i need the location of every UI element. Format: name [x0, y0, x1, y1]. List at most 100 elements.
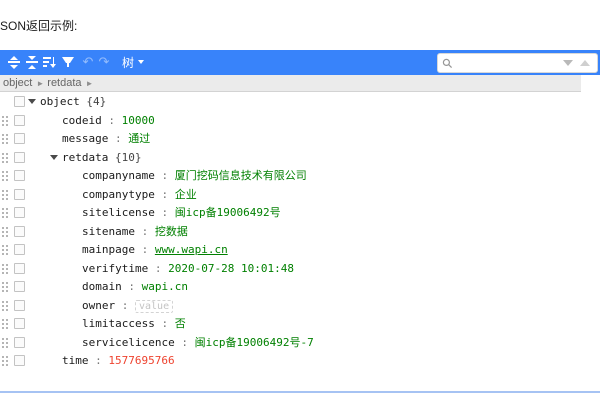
node-key[interactable]: time	[62, 354, 89, 367]
collapse-all-button[interactable]	[22, 52, 42, 72]
node-key[interactable]: companytype	[82, 188, 155, 201]
node-key[interactable]: codeid	[62, 114, 102, 127]
node-menu-button[interactable]	[14, 189, 25, 200]
chevron-down-icon	[138, 60, 144, 64]
node-content: mainpage : www.wapi.cn	[82, 241, 228, 258]
search-box	[437, 53, 598, 73]
node-menu-button[interactable]	[14, 337, 25, 348]
drag-handle-icon[interactable]	[2, 245, 4, 247]
node-menu-button[interactable]	[14, 355, 25, 366]
node-value[interactable]: 企业	[175, 188, 197, 201]
node-value[interactable]: 通过	[128, 132, 150, 145]
drag-handle-icon[interactable]	[2, 190, 4, 192]
node-menu-button[interactable]	[14, 244, 25, 255]
search-next-icon[interactable]	[563, 60, 573, 66]
node-key[interactable]: sitename	[82, 225, 135, 238]
node-key[interactable]: message	[62, 132, 108, 145]
node-content: owner : value	[82, 297, 173, 315]
node-key[interactable]: mainpage	[82, 243, 135, 256]
node-menu-button[interactable]	[14, 152, 25, 163]
node-menu-button[interactable]	[14, 115, 25, 126]
drag-handle-icon[interactable]	[2, 208, 4, 210]
expand-all-icon	[8, 56, 20, 69]
drag-handle-icon[interactable]	[2, 134, 4, 136]
key-value-separator: :	[135, 243, 155, 256]
node-value[interactable]: 1577695766	[108, 354, 174, 367]
node-menu-button[interactable]	[14, 207, 25, 218]
node-menu-button[interactable]	[14, 300, 25, 311]
sort-button[interactable]	[40, 52, 60, 72]
node-key[interactable]: owner	[82, 299, 115, 312]
node-menu-button[interactable]	[14, 96, 25, 107]
drag-handle-icon[interactable]	[2, 301, 4, 303]
drag-handle-icon[interactable]	[2, 227, 4, 229]
node-key[interactable]: sitelicense	[82, 206, 155, 219]
search-input[interactable]	[453, 56, 563, 70]
key-value-separator: :	[122, 280, 142, 293]
drag-handle-icon[interactable]	[2, 282, 4, 284]
redo-button[interactable]: ↷	[94, 52, 114, 72]
drag-handle-icon[interactable]	[2, 338, 4, 340]
node-value[interactable]: www.wapi.cn	[155, 243, 228, 256]
tree-row-codeid: codeid : 10000	[0, 112, 600, 129]
node-menu-button[interactable]	[14, 318, 25, 329]
tree-row-companyname: companyname : 厦门挖码信息技术有限公司	[0, 167, 600, 184]
node-content: sitename : 挖数据	[82, 223, 188, 240]
node-key[interactable]: verifytime	[82, 262, 148, 275]
drag-handle-icon[interactable]	[2, 356, 4, 358]
tree-row-domain: domain : wapi.cn	[0, 278, 600, 295]
tree-row-time: time : 1577695766	[0, 352, 600, 369]
drag-handle-icon[interactable]	[2, 171, 4, 173]
collapse-triangle-icon[interactable]	[28, 99, 36, 104]
tree-row-sitelicense: sitelicense : 闽icp备19006492号	[0, 204, 600, 221]
breadcrumb-item-retdata[interactable]: retdata	[47, 77, 81, 89]
json-editor-page: SON返回示例: ↶ ↷ 树	[0, 0, 600, 400]
drag-handle-icon[interactable]	[2, 153, 4, 155]
search-icon	[442, 58, 453, 69]
node-content: verifytime : 2020-07-28 10:01:48	[82, 260, 294, 277]
node-menu-button[interactable]	[14, 170, 25, 181]
breadcrumb-item-object[interactable]: object	[3, 77, 32, 89]
node-menu-button[interactable]	[14, 133, 25, 144]
node-key[interactable]: servicelicence	[82, 336, 175, 349]
node-value[interactable]: 挖数据	[155, 225, 188, 238]
drag-handle-icon[interactable]	[2, 116, 4, 118]
search-previous-icon[interactable]	[580, 60, 590, 66]
expand-all-button[interactable]	[4, 52, 24, 72]
key-value-separator: :	[155, 188, 175, 201]
node-child-count: {10}	[108, 151, 141, 164]
node-menu-button[interactable]	[14, 263, 25, 274]
node-value[interactable]: 厦门挖码信息技术有限公司	[175, 169, 307, 182]
drag-handle-icon[interactable]	[2, 264, 4, 266]
collapse-triangle-icon[interactable]	[50, 155, 58, 160]
node-value[interactable]: 2020-07-28 10:01:48	[168, 262, 294, 275]
tree-row-sitename: sitename : 挖数据	[0, 223, 600, 240]
node-value[interactable]: 闽icp备19006492号	[175, 206, 281, 219]
node-value[interactable]: 闽icp备19006492号-7	[195, 336, 314, 349]
drag-handle-icon[interactable]	[2, 319, 4, 321]
node-content: message : 通过	[62, 130, 150, 147]
tree-row-message: message : 通过	[0, 130, 600, 147]
filter-button[interactable]	[58, 52, 78, 72]
undo-icon: ↶	[83, 56, 94, 69]
tree-row-owner: owner : value	[0, 297, 600, 314]
node-value[interactable]: 10000	[122, 114, 155, 127]
redo-icon: ↷	[99, 56, 110, 69]
sort-icon	[43, 56, 57, 68]
node-key[interactable]: limitaccess	[82, 317, 155, 330]
editor-bottom-border	[0, 391, 600, 393]
editor-toolbar: ↶ ↷ 树	[0, 50, 600, 75]
node-menu-button[interactable]	[14, 226, 25, 237]
json-tree: object {4}codeid : 10000message : 通过retd…	[0, 92, 600, 391]
node-key[interactable]: companyname	[82, 169, 155, 182]
node-value[interactable]: 否	[175, 317, 186, 330]
node-value[interactable]: wapi.cn	[142, 280, 188, 293]
breadcrumb: object►retdata►	[0, 75, 581, 92]
node-key[interactable]: retdata	[62, 151, 108, 164]
mode-switch-button[interactable]: 树	[118, 52, 148, 72]
node-value[interactable]: value	[135, 300, 173, 313]
node-key[interactable]: object	[40, 95, 80, 108]
key-value-separator: :	[155, 169, 175, 182]
node-menu-button[interactable]	[14, 281, 25, 292]
node-key[interactable]: domain	[82, 280, 122, 293]
